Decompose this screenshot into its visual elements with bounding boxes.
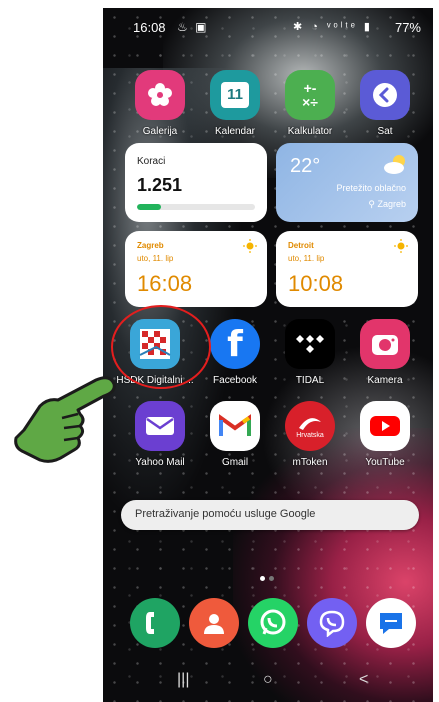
app-gmail[interactable]: Gmail xyxy=(200,401,270,468)
cloud-sun-icon xyxy=(384,155,405,174)
mail-icon xyxy=(135,401,185,451)
phone-icon[interactable] xyxy=(130,598,180,648)
youtube-icon xyxy=(360,401,410,451)
wallpaper-pink xyxy=(233,428,433,702)
mtoken-icon: Hrvatska xyxy=(285,401,335,451)
system-icons: ✱ ◔ ᵛᵒˡᵗᵉ ▮ xyxy=(292,21,373,33)
whatsapp-icon[interactable] xyxy=(248,598,298,648)
app-kamera[interactable]: Kamera xyxy=(350,319,420,386)
search-placeholder: Pretraživanje pomoću usluge Google xyxy=(135,508,316,520)
viber-icon[interactable] xyxy=(307,598,357,648)
weather-condition: Pretežito oblačno xyxy=(336,183,406,193)
weather-city: ⚲ Zagreb xyxy=(368,199,406,210)
app-label: Galerija xyxy=(142,126,178,137)
mtoken-brand: Hrvatska xyxy=(296,431,324,439)
tidal-icon xyxy=(285,319,335,369)
calculator-icon: +- ×÷ xyxy=(285,70,335,120)
clock-icon xyxy=(360,70,410,120)
clock-widget-zagreb[interactable]: Zagreb uto, 11. lip 16:08 xyxy=(125,231,267,307)
page-dot-active xyxy=(260,576,265,581)
clock-city: Zagreb xyxy=(137,241,164,250)
clock-city: Detroit xyxy=(288,241,314,250)
app-label: Yahoo Mail xyxy=(135,457,185,468)
facebook-icon: f xyxy=(210,319,260,369)
clock-time: 10:08 xyxy=(288,271,344,296)
steps-count: 1.251 xyxy=(137,175,183,195)
sun-icon xyxy=(394,239,408,253)
steps-widget[interactable]: Koraci 1.251 xyxy=(125,143,267,222)
steps-title: Koraci xyxy=(137,156,166,167)
clock-date: uto, 11. lip xyxy=(288,254,325,263)
pointing-hand-icon xyxy=(14,376,116,463)
clock-time: 16:08 xyxy=(137,271,193,296)
status-time: 16:08 xyxy=(133,20,166,35)
app-kalendar[interactable]: 11 Kalendar xyxy=(200,70,270,137)
clock-widget-detroit[interactable]: Detroit uto, 11. lip 10:08 xyxy=(276,231,418,307)
calendar-icon: 11 xyxy=(210,70,260,120)
app-youtube[interactable]: YouTube xyxy=(350,401,420,468)
steps-progress-fill xyxy=(137,204,161,210)
back-button[interactable]: < xyxy=(359,671,368,689)
highlight-circle xyxy=(111,305,211,389)
app-label: Kamera xyxy=(367,375,403,386)
page-indicator xyxy=(260,568,280,581)
app-label: Sat xyxy=(377,126,393,137)
status-bar: 16:08 ♨ ▣ ✱ ◔ ᵛᵒˡᵗᵉ ▮ 77% xyxy=(103,8,433,48)
sun-icon xyxy=(243,239,257,253)
app-tidal[interactable]: TIDAL xyxy=(275,319,345,386)
recents-button[interactable]: ||| xyxy=(177,671,189,689)
notification-icons: ♨ ▣ xyxy=(177,20,209,34)
camera-icon xyxy=(360,319,410,369)
weather-temp: 22° xyxy=(290,155,321,177)
app-galerija[interactable]: Galerija xyxy=(125,70,195,137)
app-label: Kalendar xyxy=(214,126,256,137)
google-search-bar[interactable]: Pretraživanje pomoću usluge Google xyxy=(121,500,419,530)
clock-date: uto, 11. lip xyxy=(137,254,174,263)
app-label: Facebook xyxy=(213,375,257,386)
gmail-icon xyxy=(210,401,260,451)
weather-city-name: Zagreb xyxy=(377,199,406,209)
flower-icon xyxy=(135,70,185,120)
page-dot xyxy=(269,576,274,581)
app-label: Gmail xyxy=(221,457,249,468)
home-button[interactable]: ○ xyxy=(263,671,273,689)
weather-widget[interactable]: 22° Pretežito oblačno ⚲ Zagreb xyxy=(276,143,418,222)
app-label: Kalkulator xyxy=(287,126,333,137)
messages-icon[interactable] xyxy=(366,598,416,648)
app-label: TIDAL xyxy=(295,375,325,386)
app-label: YouTube xyxy=(365,457,405,468)
navigation-bar: ||| ○ < xyxy=(103,663,433,702)
steps-progress-bar xyxy=(137,204,255,210)
calendar-day: 11 xyxy=(221,82,249,108)
app-mtoken[interactable]: Hrvatska mToken xyxy=(275,401,345,468)
app-yahoo-mail[interactable]: Yahoo Mail xyxy=(125,401,195,468)
app-sat[interactable]: Sat xyxy=(350,70,420,137)
battery-level: 77% xyxy=(394,20,421,35)
app-label: mToken xyxy=(292,457,328,468)
contacts-icon[interactable] xyxy=(189,598,239,648)
app-kalkulator[interactable]: +- ×÷ Kalkulator xyxy=(275,70,345,137)
